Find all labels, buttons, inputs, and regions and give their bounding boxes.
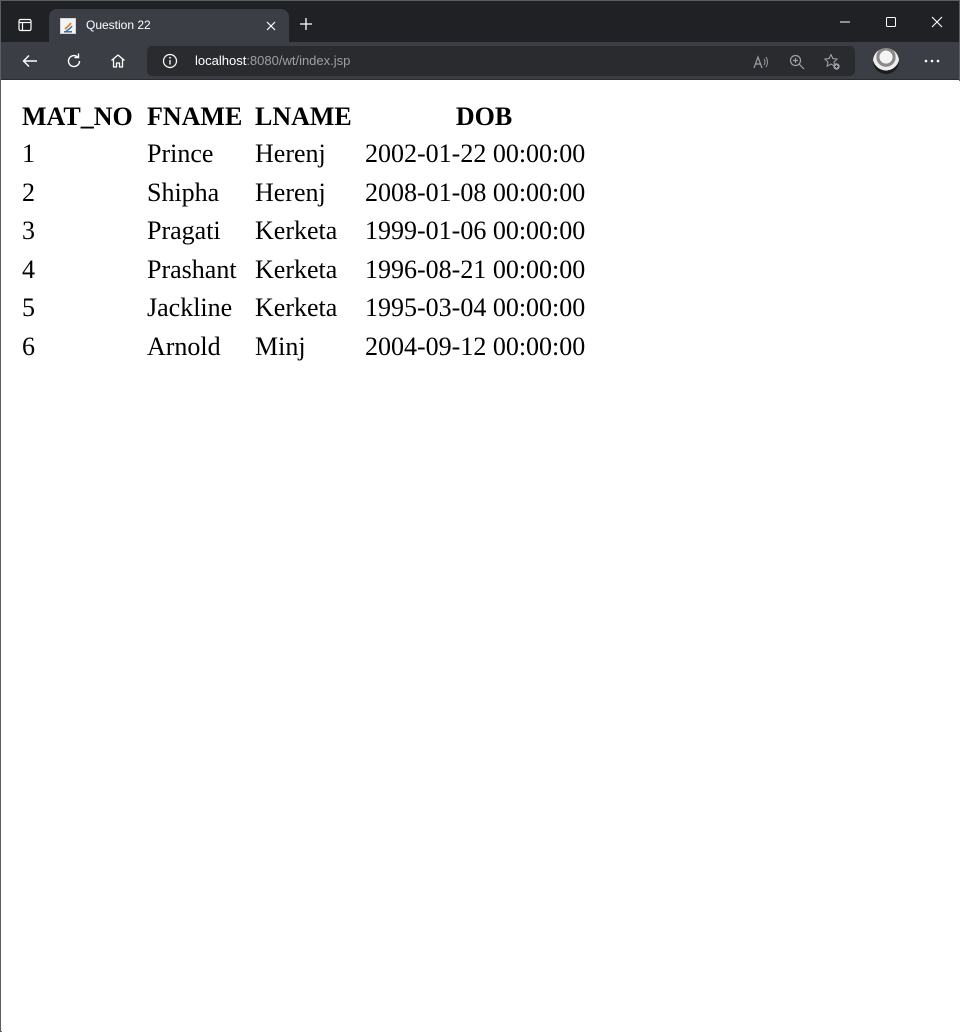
cell-fname: Arnold: [147, 331, 221, 361]
info-icon[interactable]: [161, 52, 179, 70]
cell-mat-no: 4: [22, 254, 35, 284]
url-path: :8080/wt/index.jsp: [246, 53, 351, 68]
favorites-star-icon[interactable]: [822, 52, 842, 72]
cell-dob: 1999-01-06 00:00:00: [365, 216, 586, 246]
profile-avatar[interactable]: [873, 48, 899, 74]
url-host: localhost: [195, 53, 247, 68]
url-text[interactable]: localhost:8080/wt/index.jsp: [195, 53, 350, 68]
home-icon[interactable]: [103, 46, 133, 76]
cell-fname: Shipha: [147, 177, 220, 207]
tab-active[interactable]: Question 22: [49, 9, 289, 42]
students-table: MAT_NO FNAME LNAME DOB 1 Prince Herenj 2…: [19, 97, 606, 367]
column-header-dob: DOB: [455, 101, 513, 131]
cell-fname: Jackline: [147, 293, 233, 323]
cell-dob: 2008-01-08 00:00:00: [365, 177, 586, 207]
plus-icon[interactable]: [295, 13, 317, 35]
browser-window: Question 22 localhost:8080/wt/index.jsp …: [0, 0, 960, 1032]
zoom-icon[interactable]: [787, 52, 807, 72]
more-icon[interactable]: [917, 46, 947, 76]
cell-mat-no: 2: [22, 177, 35, 207]
table-header-row: MAT_NO FNAME LNAME DOB: [21, 99, 604, 134]
read-aloud-icon[interactable]: [751, 52, 771, 72]
column-header-lname: LNAME: [255, 101, 352, 131]
tab-bar: Question 22: [1, 1, 959, 42]
back-arrow-icon[interactable]: [15, 46, 45, 76]
column-header-mat-no: MAT_NO: [22, 101, 133, 131]
cell-dob: 1996-08-21 00:00:00: [365, 254, 586, 284]
cell-fname: Prashant: [147, 254, 237, 284]
tab-actions-icon[interactable]: [10, 10, 40, 40]
column-header-fname: FNAME: [147, 101, 243, 131]
cell-lname: Kerketa: [255, 293, 338, 323]
cell-dob: 2002-01-22 00:00:00: [365, 139, 586, 169]
address-bar[interactable]: localhost:8080/wt/index.jsp: [147, 46, 855, 76]
refresh-icon[interactable]: [59, 46, 89, 76]
address-toolbar: localhost:8080/wt/index.jsp: [1, 42, 959, 80]
cell-mat-no: 1: [22, 139, 35, 169]
minimize-icon[interactable]: [827, 7, 863, 37]
table-row: 4 Prashant Kerketa 1996-08-21 00:00:00: [21, 252, 604, 289]
table-row: 1 Prince Herenj 2002-01-22 00:00:00: [21, 136, 604, 173]
cell-fname: Pragati: [147, 216, 221, 246]
cell-fname: Prince: [147, 139, 214, 169]
cell-lname: Kerketa: [255, 216, 338, 246]
cell-lname: Minj: [255, 331, 306, 361]
cell-mat-no: 3: [22, 216, 35, 246]
cell-lname: Kerketa: [255, 254, 338, 284]
maximize-icon[interactable]: [873, 7, 909, 37]
table-row: 3 Pragati Kerketa 1999-01-06 00:00:00: [21, 213, 604, 250]
cell-mat-no: 5: [22, 293, 35, 323]
cell-mat-no: 6: [22, 331, 35, 361]
cell-lname: Herenj: [255, 139, 326, 169]
tab-title: Question 22: [86, 18, 151, 32]
table-row: 6 Arnold Minj 2004-09-12 00:00:00: [21, 329, 604, 366]
cell-dob: 2004-09-12 00:00:00: [365, 331, 586, 361]
java-icon: [60, 18, 76, 34]
table-row: 5 Jackline Kerketa 1995-03-04 00:00:00: [21, 290, 604, 327]
table-row: 2 Shipha Herenj 2008-01-08 00:00:00: [21, 175, 604, 212]
close-icon[interactable]: [262, 17, 280, 35]
page-content: MAT_NO FNAME LNAME DOB 1 Prince Herenj 2…: [2, 81, 960, 1032]
close-window-icon[interactable]: [919, 7, 955, 37]
cell-dob: 1995-03-04 00:00:00: [365, 293, 586, 323]
cell-lname: Herenj: [255, 177, 326, 207]
